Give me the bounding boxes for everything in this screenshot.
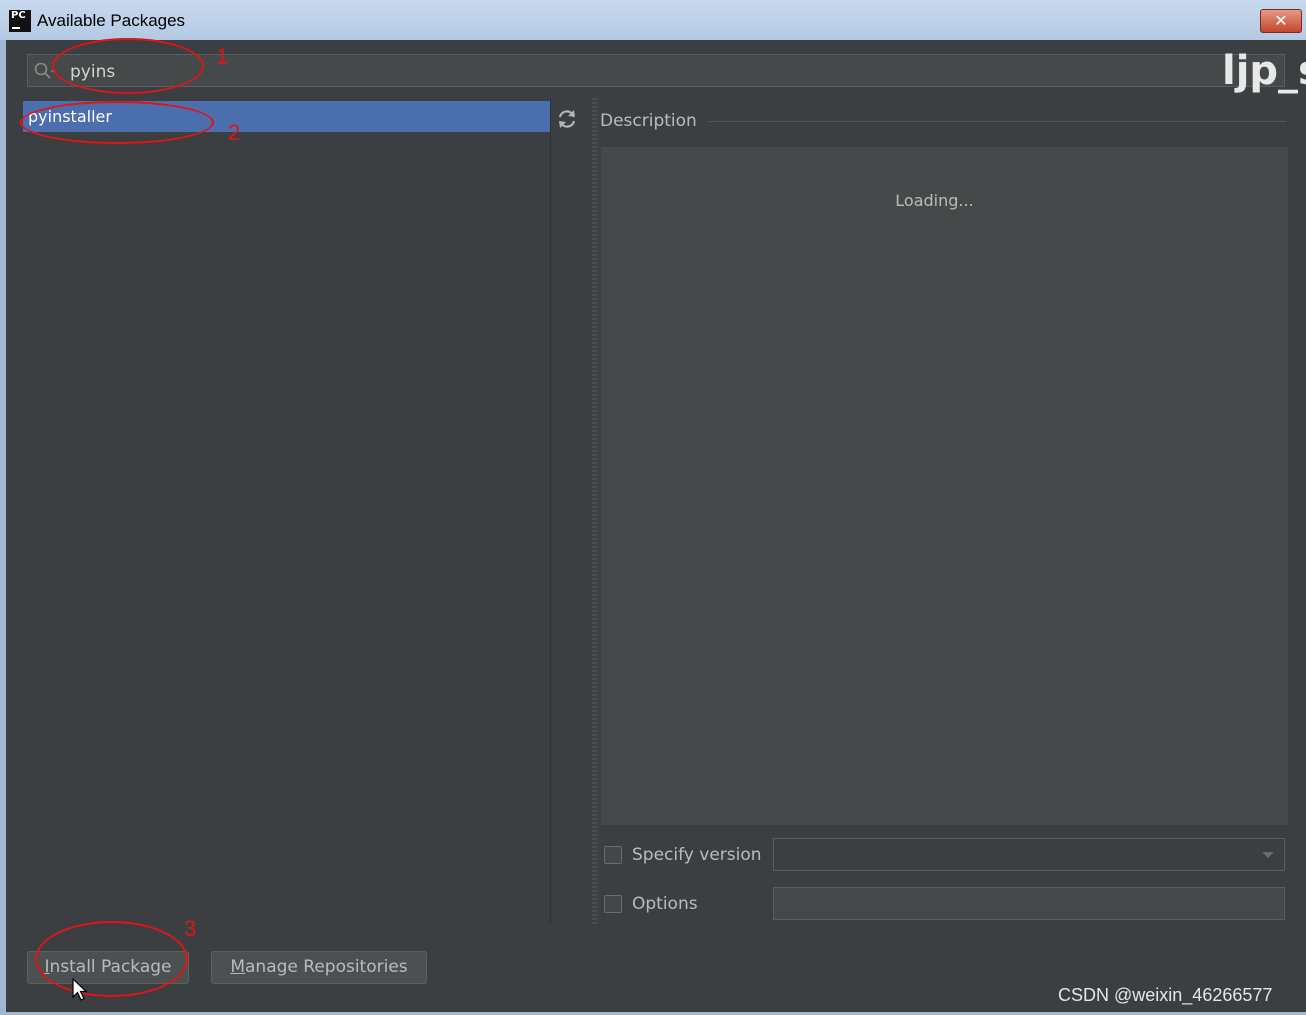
options-checkbox[interactable] [604, 895, 622, 913]
user-watermark-text: ljp_s [1222, 48, 1306, 94]
search-icon [34, 62, 54, 79]
specify-version-checkbox[interactable] [604, 846, 622, 864]
csdn-watermark: CSDN @weixin_46266577 [1058, 985, 1273, 1005]
description-panel: Loading... [601, 147, 1288, 825]
manage-repositories-button[interactable]: Manage Repositories [211, 951, 427, 984]
pycharm-app-icon: PC [9, 10, 31, 32]
specify-version-label: Specify version [632, 845, 762, 865]
mouse-cursor-icon [72, 978, 88, 1001]
refresh-icon[interactable] [555, 107, 579, 131]
annotation-number-1: 1 [216, 44, 229, 69]
description-label: Description [600, 111, 697, 131]
available-packages-dialog: ljp_s pyinstaller Description Loading...… [6, 40, 1306, 1012]
options-field[interactable] [773, 887, 1285, 920]
chevron-down-icon [1262, 852, 1274, 858]
options-label: Options [632, 894, 698, 914]
window-titlebar: PC Available Packages ✕ [0, 0, 1306, 40]
annotation-number-2: 2 [228, 120, 241, 145]
annotation-ellipse-3 [35, 921, 188, 997]
annotation-number-3: 3 [184, 916, 197, 941]
annotation-ellipse-2 [20, 101, 214, 144]
window-title: Available Packages [37, 11, 186, 30]
search-input[interactable] [68, 59, 1262, 85]
loading-text: Loading... [895, 191, 974, 210]
close-button[interactable]: ✕ [1260, 9, 1302, 33]
annotation-ellipse-1 [52, 38, 204, 94]
panel-splitter[interactable] [592, 98, 598, 925]
package-list: pyinstaller [23, 98, 551, 925]
description-separator [708, 121, 1286, 122]
version-select[interactable] [773, 838, 1285, 871]
